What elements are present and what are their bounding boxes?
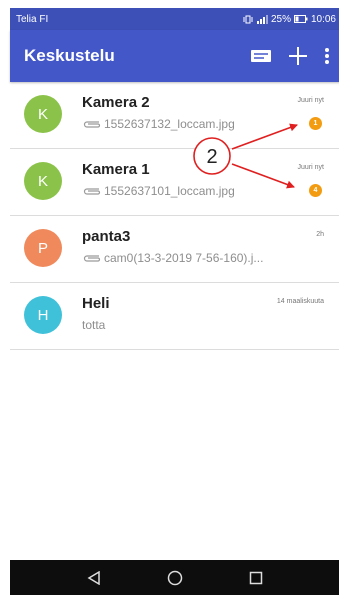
avatar-initial: K (37, 105, 48, 123)
system-nav-bar (10, 560, 339, 595)
back-button[interactable] (79, 563, 109, 593)
timestamp: 14 maaliskuuta (276, 298, 324, 305)
unread-badge: 1 (309, 117, 322, 130)
app-bar-actions (250, 46, 330, 66)
preview-text: 1552637132_loccam.jpg (104, 117, 235, 131)
avatar: H (24, 296, 62, 334)
carrier-label: Telia FI (16, 13, 49, 25)
vibrate-icon (243, 15, 253, 23)
avatar: K (24, 95, 62, 133)
clock: 10:06 (310, 13, 336, 25)
message-preview: totta (82, 318, 105, 332)
preview-text: 1552637101_loccam.jpg (104, 184, 235, 198)
message-icon[interactable] (250, 47, 272, 65)
battery-icon (293, 15, 308, 23)
contact-name: Kamera 1 (82, 161, 150, 178)
conversation-item[interactable]: H Heli totta 14 maaliskuuta (10, 283, 339, 350)
recents-icon (249, 571, 262, 584)
page-title: Keskustelu (24, 46, 115, 65)
attachment-icon (83, 121, 101, 128)
preview-text: totta (82, 318, 106, 332)
phone-screen: Telia FI 25% 10:06 Keskustelu K Kamera 2… (0, 0, 339, 595)
signal-icon (256, 14, 268, 24)
status-bar: Telia FI 25% 10:06 (10, 8, 339, 30)
contact-name: Heli (82, 295, 110, 312)
unread-badge: 4 (309, 184, 322, 197)
message-preview: 1552637101_loccam.jpg (82, 184, 235, 198)
avatar: K (24, 162, 62, 200)
add-icon[interactable] (288, 46, 308, 66)
back-icon (87, 570, 101, 585)
home-icon (167, 570, 183, 585)
avatar-initial: K (37, 172, 48, 190)
conversation-item[interactable]: P panta3 cam0(13-3-2019 7-56-160).j... 2… (10, 216, 339, 283)
more-vert-icon[interactable] (324, 47, 330, 65)
timestamp: 2h (316, 231, 324, 238)
conversation-list: K Kamera 2 1552637132_loccam.jpg Juuri n… (10, 82, 339, 350)
attachment-icon (83, 255, 101, 262)
conversation-item[interactable]: K Kamera 2 1552637132_loccam.jpg Juuri n… (10, 82, 339, 149)
avatar: P (24, 229, 62, 267)
avatar-initial: P (37, 239, 48, 257)
timestamp: Juuri nyt (297, 97, 324, 104)
avatar-initial: H (37, 306, 49, 324)
recents-button[interactable] (241, 563, 271, 593)
message-preview: cam0(13-3-2019 7-56-160).j... (82, 251, 263, 265)
conversation-item[interactable]: K Kamera 1 1552637101_loccam.jpg Juuri n… (10, 149, 339, 216)
timestamp: Juuri nyt (297, 164, 324, 171)
battery-percent: 25% (270, 13, 291, 25)
attachment-icon (83, 188, 101, 195)
message-preview: 1552637132_loccam.jpg (82, 117, 235, 131)
contact-name: Kamera 2 (82, 94, 150, 111)
preview-text: cam0(13-3-2019 7-56-160).j... (104, 251, 264, 265)
home-button[interactable] (160, 563, 190, 593)
status-indicators: 25% 10:06 (243, 14, 336, 25)
app-bar: Keskustelu (10, 30, 339, 82)
contact-name: panta3 (82, 228, 131, 245)
